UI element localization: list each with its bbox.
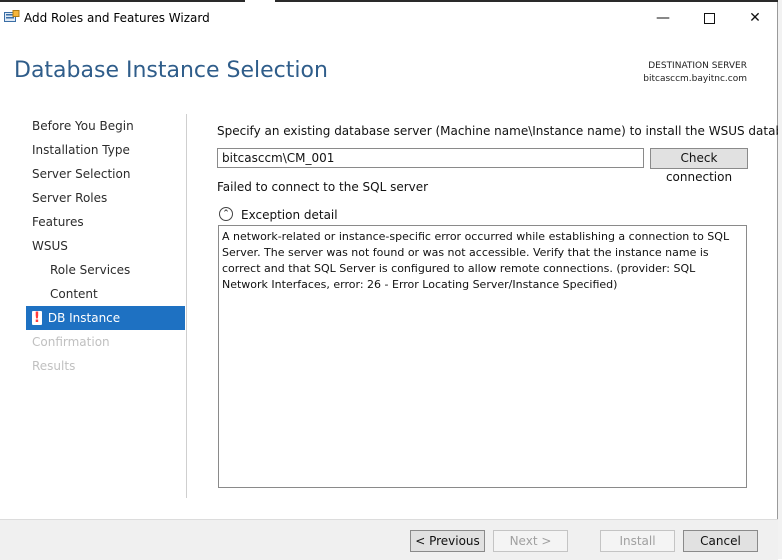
destination-server-info: DESTINATION SERVER bitcasccm.bayitnc.com <box>643 60 747 86</box>
title-bar[interactable]: Add Roles and Features Wizard — ✕ <box>0 2 778 32</box>
install-button: Install <box>600 530 675 552</box>
close-button[interactable]: ✕ <box>732 4 778 32</box>
nav-item-features[interactable]: Features <box>26 210 186 234</box>
nav-item-confirmation: Confirmation <box>32 335 110 349</box>
collapse-chevron-icon[interactable]: ⌃ <box>219 207 233 221</box>
nav-item-installation-type[interactable]: Installation Type <box>26 138 186 162</box>
nav-item-server-selection[interactable]: Server Selection <box>26 162 186 186</box>
destination-label: DESTINATION SERVER <box>648 61 747 71</box>
cancel-button[interactable]: Cancel <box>683 530 758 552</box>
nav-item-wsus[interactable]: WSUS <box>26 234 186 258</box>
wizard-footer: < Previous Next > Install Cancel <box>0 519 778 560</box>
connection-status-text: Failed to connect to the SQL server <box>217 180 429 194</box>
nav-item-server-roles[interactable]: Server Roles <box>26 186 186 210</box>
nav-item-db-instance-label: DB Instance <box>47 311 121 325</box>
nav-item-results: Results <box>32 359 76 373</box>
minimize-button[interactable]: — <box>640 4 686 32</box>
wizard-nav: Before You Begin Installation Type Serve… <box>26 114 186 378</box>
destination-server-name: bitcasccm.bayitnc.com <box>643 74 747 84</box>
wizard-window: Add Roles and Features Wizard — ✕ Databa… <box>0 0 782 560</box>
maximize-icon <box>703 12 715 24</box>
minimize-icon: — <box>656 10 670 26</box>
nav-divider <box>186 114 187 498</box>
window-title: Add Roles and Features Wizard <box>24 11 210 25</box>
check-connection-button[interactable]: Check connection <box>650 148 748 184</box>
background-window-edge <box>778 0 782 559</box>
error-icon: ! <box>32 310 42 326</box>
page-title: Database Instance Selection <box>14 58 328 83</box>
instruction-text: Specify an existing database server (Mac… <box>217 124 782 138</box>
previous-button[interactable]: < Previous <box>410 530 485 552</box>
nav-item-content[interactable]: Content <box>26 282 186 306</box>
exception-detail-label[interactable]: Exception detail <box>241 208 338 222</box>
next-button: Next > <box>493 530 568 552</box>
nav-item-role-services[interactable]: Role Services <box>26 258 186 282</box>
database-server-input[interactable] <box>217 148 644 168</box>
nav-item-before-you-begin[interactable]: Before You Begin <box>26 114 186 138</box>
maximize-button[interactable] <box>686 4 732 32</box>
nav-item-db-instance[interactable]: ! DB Instance <box>26 306 185 330</box>
close-icon: ✕ <box>749 10 761 26</box>
server-manager-icon <box>4 10 20 22</box>
exception-detail-box[interactable]: A network-related or instance-specific e… <box>218 225 747 488</box>
